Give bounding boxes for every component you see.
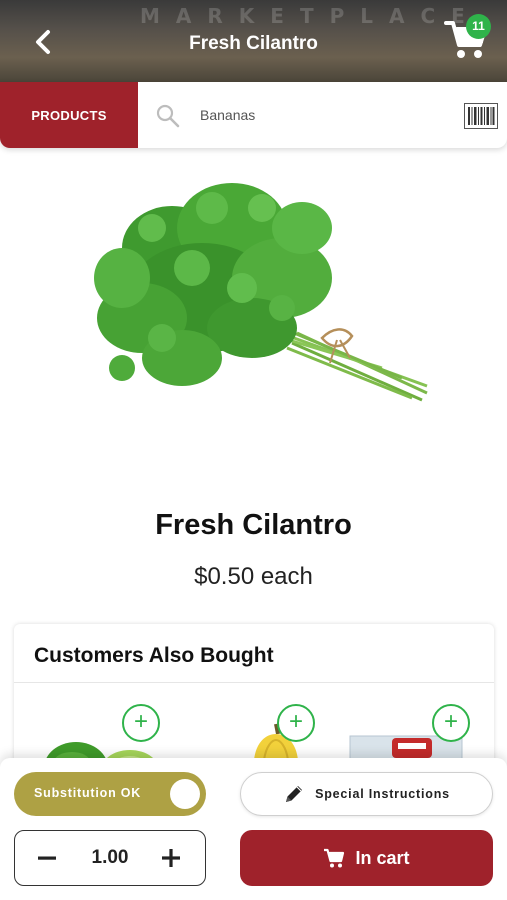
- divider: [14, 682, 494, 683]
- add-item-button-1[interactable]: +: [122, 704, 160, 742]
- toggle-knob: [170, 779, 200, 809]
- pencil-icon: [286, 786, 303, 802]
- special-instructions-button[interactable]: Special Instructions: [240, 772, 493, 816]
- quantity-value[interactable]: 1.00: [65, 847, 155, 869]
- product-price: $0.50 each: [194, 563, 313, 590]
- substitution-label: Substitution OK: [34, 786, 142, 800]
- add-item-button-2[interactable]: +: [277, 704, 315, 742]
- substitution-toggle[interactable]: Substitution OK: [14, 772, 206, 816]
- section-title: Customers Also Bought: [34, 644, 274, 667]
- page-title: Fresh Cilantro: [189, 33, 318, 54]
- product-image: [94, 183, 428, 402]
- quantity-stepper: 1.00: [14, 830, 206, 886]
- barcode-scan-icon[interactable]: [464, 103, 498, 129]
- search-icon: [156, 104, 180, 128]
- cilantro-leaves: [94, 183, 332, 386]
- minus-icon[interactable]: [35, 846, 59, 870]
- add-item-button-3[interactable]: +: [432, 704, 470, 742]
- cilantro-stems: [281, 326, 428, 402]
- in-cart-button[interactable]: In cart: [240, 830, 493, 886]
- plus-icon[interactable]: [159, 846, 183, 870]
- in-cart-label: In cart: [355, 847, 410, 868]
- search-input[interactable]: [190, 100, 440, 130]
- product-name: Fresh Cilantro: [155, 509, 352, 541]
- special-instructions-label: Special Instructions: [315, 787, 450, 801]
- header-background-lettering: MARKETPLACE: [140, 4, 481, 28]
- bottom-action-bar: Substitution OK Special Instructions 1.0…: [0, 758, 507, 900]
- products-button[interactable]: PRODUCTS: [0, 82, 138, 148]
- cart-count-badge: 11: [466, 14, 491, 39]
- search-bar: PRODUCTS: [0, 82, 507, 148]
- cart-icon: [324, 848, 345, 868]
